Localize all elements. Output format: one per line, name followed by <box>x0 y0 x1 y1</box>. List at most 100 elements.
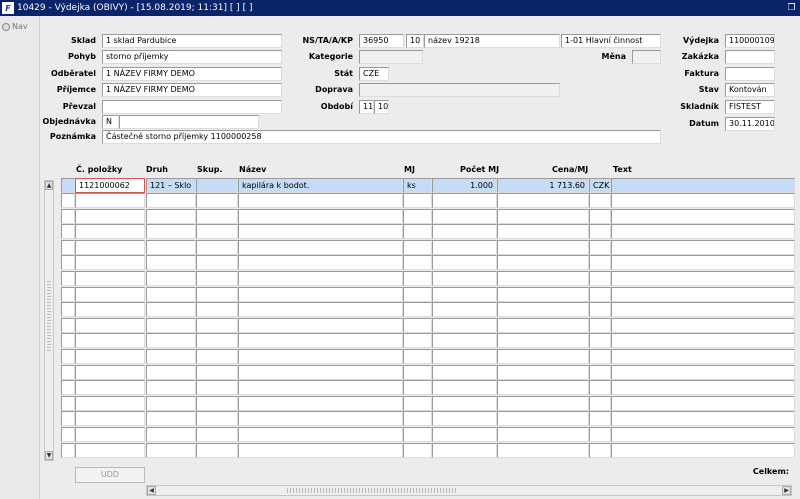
table-cell[interactable] <box>238 193 403 208</box>
table-cell[interactable] <box>238 224 403 240</box>
table-cell[interactable] <box>196 317 238 333</box>
table-cell[interactable] <box>611 302 795 318</box>
table-cell[interactable] <box>403 208 432 224</box>
table-cell[interactable] <box>611 395 795 411</box>
table-cell[interactable] <box>196 208 238 224</box>
table-cell[interactable] <box>196 239 238 255</box>
table-cell[interactable] <box>432 239 497 255</box>
row-selector[interactable] <box>61 395 75 411</box>
mena-field[interactable] <box>632 50 661 64</box>
table-cell[interactable] <box>497 302 589 318</box>
table-cell[interactable] <box>146 395 196 411</box>
table-cell[interactable] <box>75 364 145 380</box>
prevzal-field[interactable] <box>102 100 282 114</box>
table-cell[interactable] <box>432 380 497 396</box>
obdobi-month-field[interactable]: 11 <box>359 100 374 114</box>
table-cell[interactable] <box>611 349 795 364</box>
table-cell[interactable] <box>146 302 196 318</box>
table-cell[interactable] <box>611 239 795 255</box>
table-cell[interactable] <box>403 380 432 396</box>
table-cell[interactable] <box>75 239 145 255</box>
zakazka-field[interactable] <box>725 50 775 64</box>
mj-cell[interactable]: ks <box>403 178 432 193</box>
table-cell[interactable] <box>146 427 196 442</box>
table-cell[interactable] <box>589 317 611 333</box>
table-cell[interactable] <box>146 255 196 271</box>
objednavka-field[interactable] <box>119 115 259 129</box>
table-cell[interactable] <box>238 364 403 380</box>
table-cell[interactable] <box>196 427 238 442</box>
table-cell[interactable] <box>497 442 589 458</box>
polozka-cell[interactable]: 1121000062 <box>75 178 145 193</box>
row-selector[interactable] <box>61 442 75 458</box>
table-cell[interactable] <box>589 364 611 380</box>
table-cell[interactable] <box>238 427 403 442</box>
ta-field[interactable]: 10 <box>406 34 424 48</box>
table-cell[interactable] <box>403 427 432 442</box>
table-cell[interactable] <box>589 380 611 396</box>
table-cell[interactable] <box>432 208 497 224</box>
scroll-up-icon[interactable]: ▲ <box>45 181 53 190</box>
prijemce-field[interactable]: 1 NÁZEV FIRMY DEMO <box>102 83 282 97</box>
table-cell[interactable] <box>611 427 795 442</box>
table-cell[interactable] <box>146 208 196 224</box>
druh-cell[interactable]: 121 – Sklo <box>146 178 196 193</box>
cena-cell[interactable]: 1 713.60 <box>497 178 589 193</box>
table-cell[interactable] <box>432 395 497 411</box>
row-selector[interactable] <box>61 193 75 208</box>
table-cell[interactable] <box>75 224 145 240</box>
stat-field[interactable]: CZE <box>359 67 389 81</box>
table-cell[interactable] <box>497 380 589 396</box>
table-cell[interactable] <box>611 317 795 333</box>
table-cell[interactable] <box>196 271 238 286</box>
grid-vertical-scrollbar[interactable]: ▲ ▼ <box>44 180 54 461</box>
table-cell[interactable] <box>238 208 403 224</box>
text-cell[interactable] <box>611 178 795 193</box>
row-selector[interactable] <box>61 286 75 302</box>
table-cell[interactable] <box>403 364 432 380</box>
table-cell[interactable] <box>432 224 497 240</box>
table-cell[interactable] <box>146 411 196 427</box>
table-cell[interactable] <box>497 333 589 349</box>
table-cell[interactable] <box>432 271 497 286</box>
table-cell[interactable] <box>497 239 589 255</box>
table-cell[interactable] <box>611 333 795 349</box>
row-selector[interactable] <box>61 411 75 427</box>
row-selector[interactable] <box>61 380 75 396</box>
table-cell[interactable] <box>238 302 403 318</box>
table-cell[interactable] <box>611 255 795 271</box>
table-cell[interactable] <box>403 302 432 318</box>
table-cell[interactable] <box>589 427 611 442</box>
table-cell[interactable] <box>196 411 238 427</box>
table-cell[interactable] <box>196 380 238 396</box>
table-cell[interactable] <box>432 442 497 458</box>
table-cell[interactable] <box>403 411 432 427</box>
table-cell[interactable] <box>497 286 589 302</box>
row-selector[interactable] <box>61 224 75 240</box>
table-cell[interactable] <box>403 317 432 333</box>
kp-field[interactable]: 1-01 Hlavní činnost <box>561 34 661 48</box>
table-cell[interactable] <box>146 442 196 458</box>
table-cell[interactable] <box>238 333 403 349</box>
table-cell[interactable] <box>75 380 145 396</box>
table-cell[interactable] <box>75 193 145 208</box>
row-selector[interactable] <box>61 364 75 380</box>
table-cell[interactable] <box>238 442 403 458</box>
table-cell[interactable] <box>196 333 238 349</box>
table-cell[interactable] <box>497 395 589 411</box>
grid-horizontal-scrollbar[interactable]: ◀ ▶ <box>146 485 792 496</box>
row-selector[interactable] <box>61 255 75 271</box>
table-cell[interactable] <box>75 395 145 411</box>
skladnik-field[interactable]: FISTEST <box>725 100 775 114</box>
table-cell[interactable] <box>75 442 145 458</box>
table-cell[interactable] <box>146 317 196 333</box>
table-cell[interactable] <box>75 317 145 333</box>
table-cell[interactable] <box>432 349 497 364</box>
scroll-down-icon[interactable]: ▼ <box>45 451 53 460</box>
table-cell[interactable] <box>146 333 196 349</box>
table-cell[interactable] <box>589 208 611 224</box>
table-cell[interactable] <box>589 349 611 364</box>
scroll-grip-horizontal[interactable] <box>287 488 457 493</box>
row-selector[interactable] <box>61 427 75 442</box>
table-cell[interactable] <box>196 302 238 318</box>
